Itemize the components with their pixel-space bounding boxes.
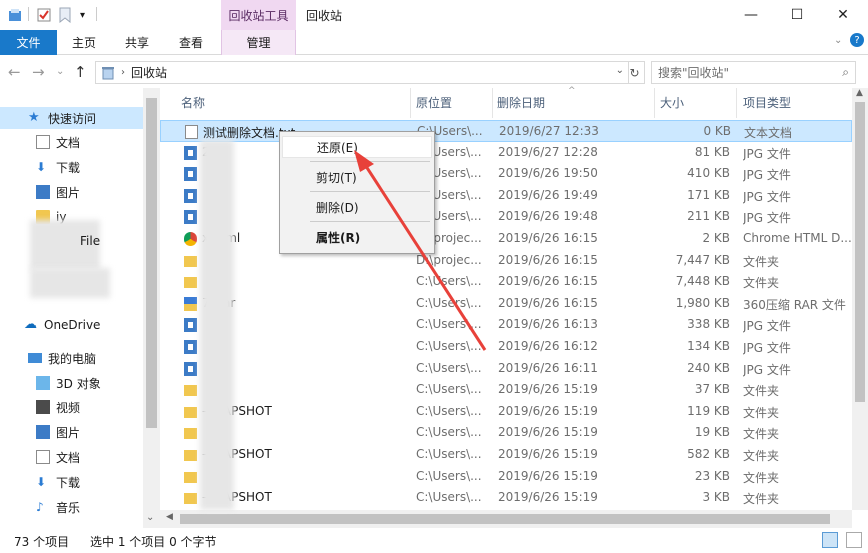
selection-info: 选中 1 个项目 0 个字节 xyxy=(90,535,217,549)
details-view-icon[interactable] xyxy=(822,532,838,548)
large-icons-view-icon[interactable] xyxy=(846,532,862,548)
status-bar: 73 个项目 选中 1 个项目 0 个字节 xyxy=(0,528,868,553)
item-count: 73 个项目 xyxy=(14,535,70,549)
annotation-arrow xyxy=(354,150,487,351)
